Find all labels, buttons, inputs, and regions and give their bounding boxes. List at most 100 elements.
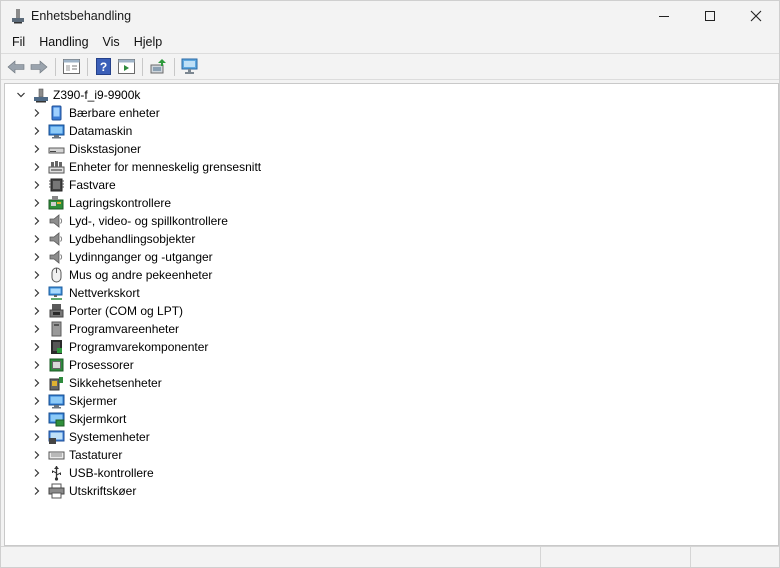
back-arrow-icon [7,59,25,74]
tree-node-label: Fastvare [69,178,116,192]
tree-node[interactable]: Mus og andre pekeenheter [29,266,212,284]
mouse-icon [48,267,65,283]
menu-view[interactable]: Vis [96,31,127,53]
tree-node-label: Lagringskontrollere [69,196,172,210]
tree-node[interactable]: Lydbehandlingsobjekter [29,230,195,248]
tree-node[interactable]: Programvarekomponenter [29,338,208,356]
run-button[interactable] [115,56,137,78]
port-icon [48,303,65,319]
network-adapter-icon [48,285,65,301]
computer-icon [32,87,49,103]
chevron-right-icon[interactable] [29,446,45,464]
tree-node-label: Lyd-, video- og spillkontrollere [69,214,228,228]
tree-node-label: Tastaturer [69,448,123,462]
chevron-right-icon[interactable] [29,212,45,230]
chevron-right-icon[interactable] [29,410,45,428]
scan-hardware-icon [181,58,198,74]
tree-node[interactable]: Porter (COM og LPT) [29,302,183,320]
chevron-right-icon[interactable] [29,230,45,248]
menu-action[interactable]: Handling [32,31,95,53]
forward-button[interactable] [28,56,50,78]
device-tree[interactable]: Z390-f_i9-9900k Bærbare enheter Datamaski… [4,83,779,546]
minimize-button[interactable] [641,1,687,31]
tree-root-label: Z390-f_i9-9900k [53,88,141,102]
tree-node[interactable]: Skjermkort [29,410,126,428]
tree-node-label: Datamaskin [69,124,133,138]
tree-node-label: Sikkehetsenheter [69,376,162,390]
tree-node[interactable]: Diskstasjoner [29,140,141,158]
status-bar [1,546,779,567]
tree-node[interactable]: Skjermer [29,392,117,410]
update-driver-button[interactable] [147,56,169,78]
chevron-right-icon[interactable] [29,140,45,158]
menu-help[interactable]: Hjelp [127,31,170,53]
monitor-icon [48,123,65,139]
tree-node[interactable]: Lyd-, video- og spillkontrollere [29,212,228,230]
chevron-right-icon[interactable] [29,482,45,500]
tree-node[interactable]: Lydinnganger og -utganger [29,248,213,266]
scan-hardware-button[interactable] [179,56,201,78]
tree-node-label: Porter (COM og LPT) [69,304,184,318]
tree-node[interactable]: Programvareenheter [29,320,179,338]
hid-icon [48,159,65,175]
tree-node[interactable]: Utskriftskøer [29,482,136,500]
storage-controller-icon [48,195,65,211]
close-button[interactable] [733,1,779,31]
tree-node[interactable]: Systemenheter [29,428,150,446]
tree-node[interactable]: Fastvare [29,176,116,194]
chevron-right-icon[interactable] [29,266,45,284]
chevron-right-icon[interactable] [29,464,45,482]
title-bar[interactable]: Enhetsbehandling [1,1,779,31]
tree-node-label: Programvareenheter [69,322,180,336]
tree-node-label: Enheter for menneskelig grensesnitt [69,160,262,174]
tree-node[interactable]: Tastaturer [29,446,122,464]
chevron-right-icon[interactable] [29,122,45,140]
forward-arrow-icon [30,59,48,74]
chevron-right-icon[interactable] [29,248,45,266]
status-pane-main [1,547,541,567]
chevron-right-icon[interactable] [29,284,45,302]
software-component-icon [48,339,65,355]
chevron-right-icon[interactable] [29,194,45,212]
security-device-icon [48,375,65,391]
chevron-right-icon[interactable] [29,356,45,374]
chevron-down-icon[interactable] [13,86,29,104]
tree-node[interactable]: Prosessorer [29,356,134,374]
chevron-right-icon[interactable] [29,392,45,410]
help-button[interactable]: ? [92,56,114,78]
software-device-icon [48,321,65,337]
chevron-right-icon[interactable] [29,104,45,122]
chevron-right-icon[interactable] [29,320,45,338]
status-pane-tertiary [691,547,777,567]
properties-button[interactable] [60,56,82,78]
chevron-right-icon[interactable] [29,338,45,356]
chevron-right-icon[interactable] [29,302,45,320]
tree-node[interactable]: USB-kontrollere [29,464,154,482]
chevron-right-icon[interactable] [29,158,45,176]
tree-root-node[interactable]: Z390-f_i9-9900k [13,86,140,104]
status-pane-secondary [541,547,691,567]
tree-node[interactable]: Datamaskin [29,122,132,140]
maximize-button[interactable] [687,1,733,31]
menu-file[interactable]: Fil [5,31,32,53]
tree-node-label: USB-kontrollere [69,466,154,480]
back-button[interactable] [5,56,27,78]
tree-node[interactable]: Enheter for menneskelig grensesnitt [29,158,261,176]
chevron-right-icon[interactable] [29,176,45,194]
keyboard-icon [48,447,65,463]
tree-node[interactable]: Bærbare enheter [29,104,160,122]
chevron-right-icon[interactable] [29,374,45,392]
tree-node-label: Utskriftskøer [69,484,137,498]
tree-node[interactable]: Nettverkskort [29,284,140,302]
tree-node-label: Lydinnganger og -utganger [69,250,213,264]
tree-node-label: Programvarekomponenter [69,340,209,354]
tree-node[interactable]: Lagringskontrollere [29,194,171,212]
tree-node-label: Skjermer [69,394,118,408]
printer-icon [48,483,65,499]
tree-node[interactable]: Sikkehetsenheter [29,374,162,392]
tree-node-label: Skjermkort [69,412,127,426]
tree-node-label: Diskstasjoner [69,142,142,156]
toolbar-separator [142,57,143,76]
chevron-right-icon[interactable] [29,428,45,446]
window-title: Enhetsbehandling [31,9,132,23]
